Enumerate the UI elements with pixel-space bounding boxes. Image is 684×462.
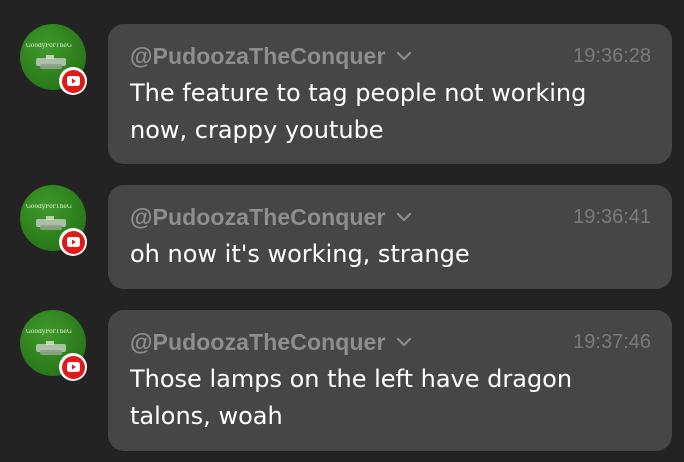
message-bubble: @PudoozaTheConquer 19:36:28 The feature … <box>108 24 672 164</box>
avatar[interactable]: GoodyForTheGood <box>20 24 87 95</box>
message-bubble: @PudoozaTheConquer 19:37:46 Those lamps … <box>108 310 672 451</box>
avatar-logo-text: GoodyForTheGood <box>26 43 72 49</box>
message-text: The feature to tag people not working no… <box>130 79 587 144</box>
timestamp: 19:36:41 <box>573 205 651 228</box>
avatar[interactable]: GoodyForTheGood <box>20 185 87 256</box>
youtube-icon <box>66 237 80 247</box>
chat-feed: GoodyForTheGood @PudoozaTheConquer <box>0 0 684 462</box>
avatar-logo-text: GoodyForTheGood <box>26 204 72 210</box>
avatar-logo-text: GoodyForTheGood <box>26 329 72 335</box>
youtube-icon <box>66 76 80 86</box>
message-text: Those lamps on the left have dragon talo… <box>130 365 573 430</box>
timestamp: 19:37:46 <box>573 330 651 353</box>
timestamp: 19:36:28 <box>573 44 651 67</box>
message-bubble: @PudoozaTheConquer 19:36:41 oh now it's … <box>108 185 672 289</box>
youtube-badge <box>59 353 87 381</box>
chevron-down-icon[interactable] <box>396 51 412 61</box>
youtube-icon <box>66 362 80 372</box>
author-name[interactable]: @PudoozaTheConquer <box>130 329 386 356</box>
chevron-down-icon[interactable] <box>396 337 412 347</box>
avatar[interactable]: GoodyForTheGood <box>20 310 87 381</box>
youtube-badge <box>59 228 87 256</box>
message-text: oh now it's working, strange <box>130 240 470 268</box>
chevron-down-icon[interactable] <box>396 212 412 222</box>
author-name[interactable]: @PudoozaTheConquer <box>130 204 386 231</box>
youtube-badge <box>59 67 87 95</box>
author-name[interactable]: @PudoozaTheConquer <box>130 43 386 70</box>
